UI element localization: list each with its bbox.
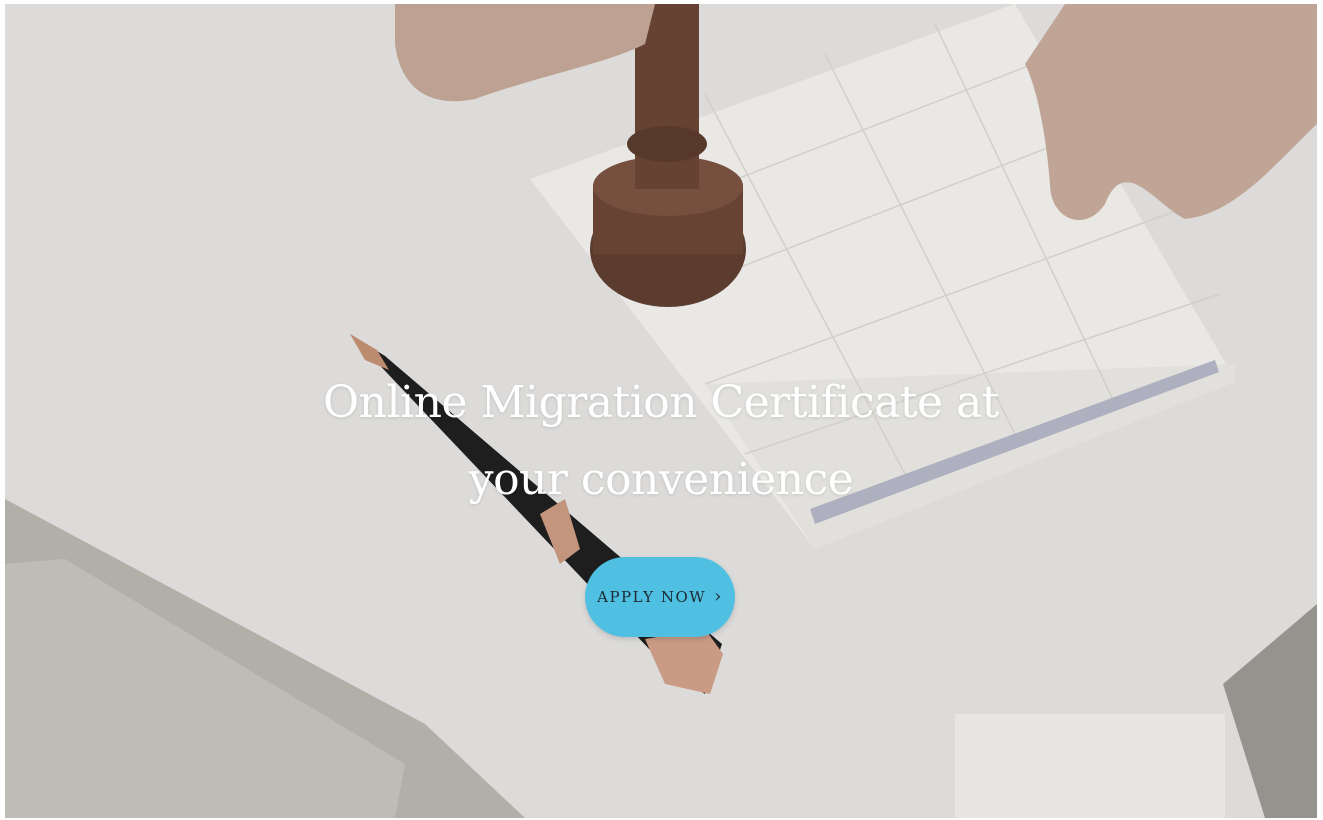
hero-banner: Online Migration Certificate at your con… <box>5 4 1317 818</box>
apply-now-button[interactable]: APPLY NOW › <box>585 557 735 637</box>
hero-title: Online Migration Certificate at your con… <box>323 377 999 505</box>
apply-now-label: APPLY NOW <box>597 588 707 606</box>
hero-content: Online Migration Certificate at your con… <box>5 364 1317 518</box>
chevron-right-icon: › <box>714 586 723 607</box>
